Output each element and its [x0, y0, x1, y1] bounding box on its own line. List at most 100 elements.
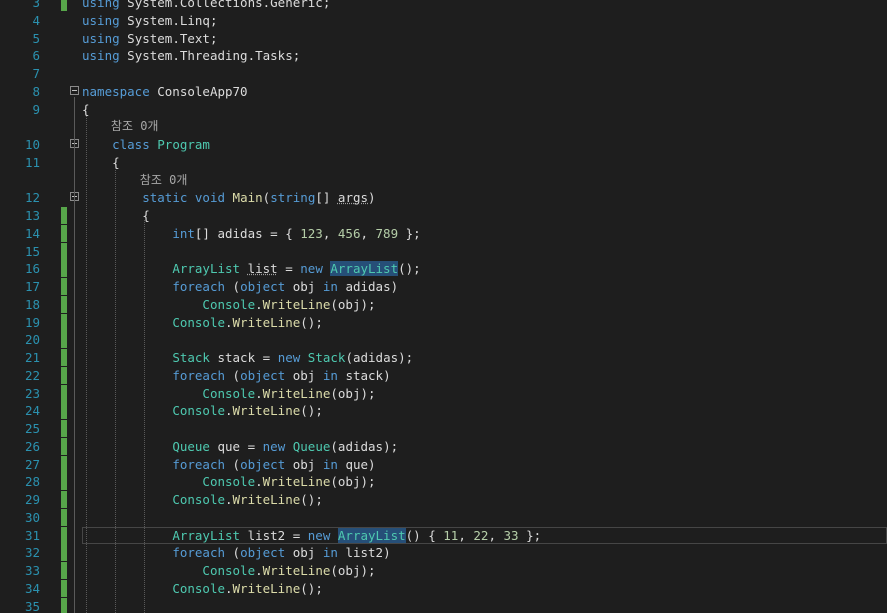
code-line[interactable]: 22 foreach (object obj in stack)	[0, 366, 887, 384]
code-line[interactable]: 35	[0, 597, 887, 613]
line-number: 18	[24, 296, 40, 312]
code-token: Stack	[172, 350, 210, 365]
code-line[interactable]: 24 Console.WriteLine();	[0, 402, 887, 420]
code-text: Console.WriteLine(obj);	[82, 385, 375, 402]
change-marker	[61, 437, 67, 455]
code-text: Console.WriteLine();	[82, 314, 323, 331]
code-line[interactable]: 20	[0, 331, 887, 349]
code-text: using System.Collections.Generic;	[82, 0, 330, 11]
code-line[interactable]: 27 foreach (object obj in que)	[0, 455, 887, 473]
code-line[interactable]: 28 Console.WriteLine(obj);	[0, 473, 887, 491]
code-token: WriteLine	[262, 563, 331, 578]
code-line[interactable]: 11 {	[0, 154, 887, 171]
code-token: using	[82, 12, 120, 28]
code-text: int[] adidas = { 123, 456, 789 };	[82, 225, 420, 242]
indent-guide	[115, 168, 116, 613]
change-marker	[61, 526, 67, 544]
code-line[interactable]: 15	[0, 242, 887, 260]
code-token: ();	[300, 314, 323, 330]
code-line[interactable]: 3 using System.Collections.Generic;	[0, 0, 887, 11]
line-number: 3	[32, 0, 40, 10]
code-line[interactable]: 7	[0, 65, 887, 82]
codelens-references[interactable]: 참조 0개	[0, 172, 887, 189]
change-marker	[61, 473, 67, 491]
line-number: 15	[24, 243, 40, 259]
code-line[interactable]: 29 Console.WriteLine();	[0, 491, 887, 508]
indent-guide	[144, 220, 145, 613]
code-token: list2)	[337, 545, 391, 561]
code-token: WriteLine	[232, 314, 301, 330]
codelens-label[interactable]: 참조 0개	[82, 118, 159, 135]
code-token: (obj);	[330, 474, 376, 490]
code-token: 789	[375, 225, 399, 241]
code-text: Console.WriteLine();	[82, 402, 323, 419]
collapse-icon[interactable]	[70, 85, 79, 95]
code-line[interactable]: 6 using System.Threading.Tasks;	[0, 47, 887, 64]
code-line[interactable]: 19 Console.WriteLine();	[0, 313, 887, 331]
code-line[interactable]: 17 foreach (object obj in adidas)	[0, 278, 887, 295]
code-token: in	[322, 367, 338, 383]
line-number: 9	[32, 101, 40, 117]
code-token: 456	[337, 225, 361, 241]
code-token: (	[225, 545, 241, 561]
code-token: Console	[202, 296, 256, 312]
code-token: int	[172, 225, 195, 241]
code-token: que =	[209, 438, 263, 454]
code-token: using	[82, 0, 120, 10]
change-marker	[61, 278, 67, 295]
line-number: 33	[24, 563, 40, 578]
code-token: new	[300, 261, 323, 277]
code-line[interactable]: 4 using System.Linq;	[0, 12, 887, 29]
code-line[interactable]: 34 Console.WriteLine();	[0, 579, 887, 597]
code-token: ();	[300, 403, 323, 419]
code-line[interactable]: 18 Console.WriteLine(obj);	[0, 295, 887, 313]
code-line[interactable]: 10 class Program	[0, 136, 887, 153]
code-line[interactable]: 9{	[0, 101, 887, 118]
code-line[interactable]: 21 Stack stack = new Stack(adidas);	[0, 349, 887, 366]
line-number: 8	[32, 83, 40, 99]
line-number: 12	[24, 190, 40, 206]
code-line[interactable]: 31 ArrayList list2 = new ArrayList() { 1…	[0, 526, 887, 544]
code-token: Queue	[172, 438, 210, 454]
code-line[interactable]: 8 namespace ConsoleApp70	[0, 83, 887, 100]
codelens-references[interactable]: 참조 0개	[0, 118, 887, 135]
code-line[interactable]: 23 Console.WriteLine(obj);	[0, 384, 887, 402]
code-line[interactable]: 14 int[] adidas = { 123, 456, 789 };	[0, 224, 887, 242]
change-marker	[61, 384, 67, 402]
code-token: class	[112, 137, 150, 152]
code-text: Console.WriteLine(obj);	[82, 296, 375, 313]
code-line[interactable]: 16 ArrayList list = new ArrayList();	[0, 260, 887, 278]
code-token: []	[315, 190, 338, 206]
change-marker	[61, 349, 67, 366]
code-line[interactable]: 30	[0, 508, 887, 526]
code-editor[interactable]: 3 using System.Collections.Generic; 4 using…	[0, 0, 887, 613]
code-token: Console	[202, 385, 256, 401]
code-line[interactable]: 13 {	[0, 207, 887, 224]
change-marker	[61, 242, 67, 260]
code-line[interactable]: 25	[0, 420, 887, 437]
code-token: (	[225, 456, 241, 472]
line-number: 28	[24, 474, 40, 490]
change-marker	[61, 544, 67, 562]
codelens-label[interactable]: 참조 0개	[82, 172, 188, 189]
code-token: System.Linq;	[119, 12, 218, 28]
code-token: .	[225, 314, 233, 330]
line-number: 31	[24, 527, 40, 543]
code-token: WriteLine	[262, 474, 331, 490]
code-token: namespace	[82, 83, 150, 99]
code-line[interactable]: 26 Queue que = new Queue(adidas);	[0, 437, 887, 455]
code-line[interactable]: 12 static void Main(string[] args)	[0, 189, 887, 206]
code-line[interactable]: 33 Console.WriteLine(obj);	[0, 562, 887, 579]
code-line[interactable]: 32 foreach (object obj in list2)	[0, 544, 887, 562]
code-line[interactable]: 5 using System.Text;	[0, 30, 887, 47]
